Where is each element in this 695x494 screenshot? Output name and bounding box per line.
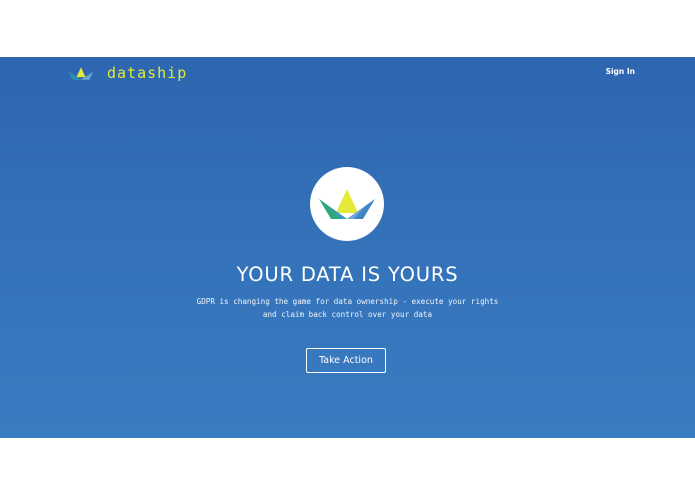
hero-subtitle-line-1: GDPR is changing the game for data owner…	[196, 297, 499, 306]
take-action-button[interactable]: Take Action	[306, 348, 386, 373]
hero-logo	[310, 167, 384, 241]
page-title: YOUR DATA IS YOURS	[236, 263, 459, 286]
brand-logo[interactable]: dataship	[68, 63, 187, 83]
boat-icon	[68, 66, 94, 80]
sign-in-link[interactable]: Sign In	[606, 67, 635, 76]
hero-section: dataship Sign In YOUR DATA IS YOURS GDPR…	[0, 57, 695, 438]
hero-subtitle-line-2: and claim back control over your data	[262, 310, 433, 319]
paper-boat-icon	[319, 189, 375, 219]
brand-name: dataship	[107, 64, 188, 82]
